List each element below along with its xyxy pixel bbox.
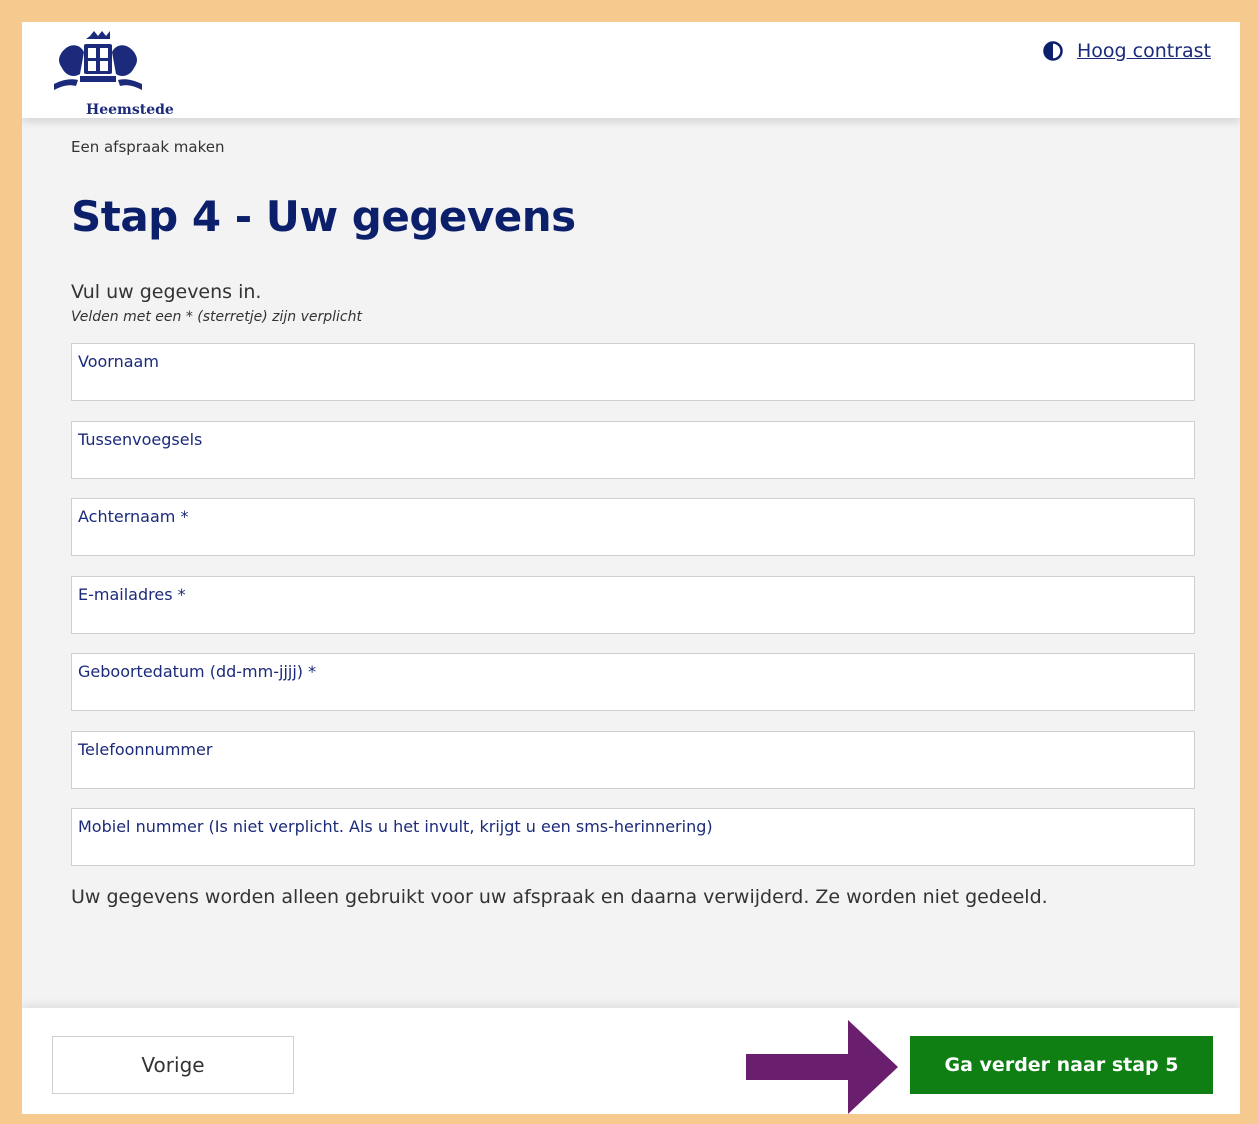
main-content: Een afspraak maken Stap 4 - Uw gegevens … — [71, 118, 1195, 908]
arrow-right-icon — [746, 1020, 898, 1114]
previous-button[interactable]: Vorige — [52, 1036, 294, 1094]
last-name-field[interactable]: Achternaam * — [71, 498, 1195, 556]
next-step-button[interactable]: Ga verder naar stap 5 — [910, 1036, 1213, 1094]
field-label: Tussenvoegsels — [78, 429, 203, 449]
site-header: Heemstede Hoog contrast — [22, 22, 1240, 118]
infix-input[interactable] — [78, 451, 1182, 474]
field-label: Achternaam * — [78, 507, 189, 526]
email-field[interactable]: E-mailadres * — [71, 575, 1195, 634]
infix-field[interactable]: Tussenvoegsels — [71, 420, 1195, 479]
coat-of-arms-icon — [54, 31, 142, 90]
field-label: Voornaam — [78, 352, 159, 371]
logo-text: Heemstede — [86, 102, 174, 118]
phone-input[interactable] — [78, 761, 1182, 784]
form-footer: Vorige Ga verder naar stap 5 — [22, 1008, 1240, 1114]
email-input[interactable] — [78, 606, 1182, 629]
first-name-input[interactable] — [78, 374, 1182, 396]
phone-field[interactable]: Telefoonnummer — [71, 730, 1195, 789]
field-label: Mobiel nummer (Is niet verplicht. Als u … — [78, 817, 713, 836]
form-fields: Voornaam Tussenvoegsels Achternaam * E-m… — [71, 343, 1195, 866]
last-name-input[interactable] — [78, 529, 1182, 551]
high-contrast-link[interactable]: Hoog contrast — [1077, 40, 1211, 62]
privacy-text: Uw gegevens worden alleen gebruikt voor … — [71, 885, 1048, 908]
page-title: Stap 4 - Uw gegevens — [71, 192, 576, 241]
birthdate-input[interactable] — [78, 684, 1182, 706]
field-label: E-mailadres * — [78, 584, 186, 604]
required-note: Velden met een * (sterretje) zijn verpli… — [71, 309, 362, 325]
breadcrumb[interactable]: Een afspraak maken — [71, 138, 1195, 156]
field-label: Telefoonnummer — [78, 739, 213, 759]
intro-text: Vul uw gegevens in. — [71, 281, 262, 303]
contrast-icon — [1043, 41, 1063, 61]
field-label: Geboortedatum (dd-mm-jjjj) * — [78, 662, 317, 681]
first-name-field[interactable]: Voornaam — [71, 343, 1195, 401]
birthdate-field[interactable]: Geboortedatum (dd-mm-jjjj) * — [71, 653, 1195, 711]
contrast-toggle[interactable]: Hoog contrast — [1043, 40, 1211, 62]
page-frame: Heemstede Hoog contrast Een afspraak mak… — [22, 22, 1240, 1114]
mobile-input[interactable] — [78, 839, 1182, 861]
mobile-field[interactable]: Mobiel nummer (Is niet verplicht. Als u … — [71, 808, 1195, 866]
heemstede-logo[interactable]: Heemstede — [50, 30, 174, 118]
